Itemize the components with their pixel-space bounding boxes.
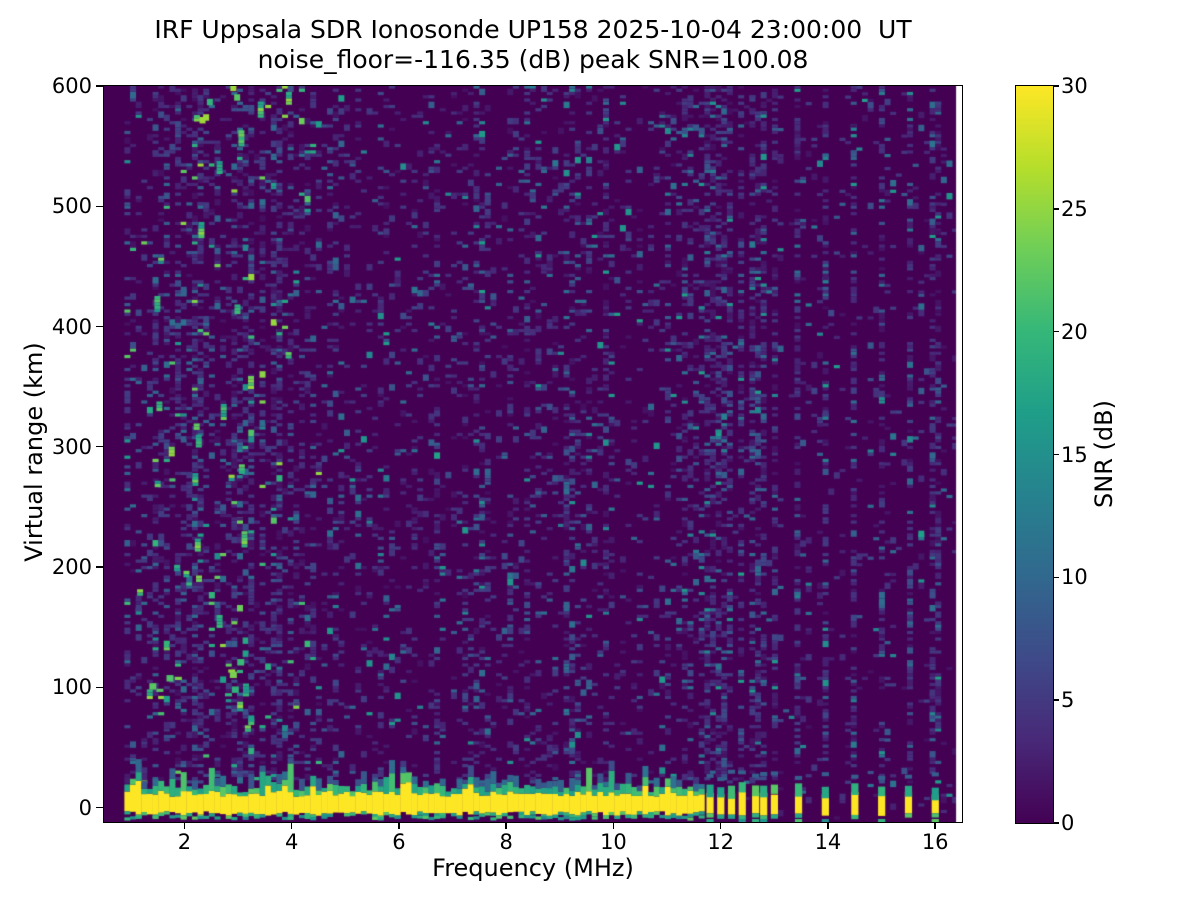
y-tick-label: 0 (78, 795, 92, 820)
y-tick-mark (96, 205, 103, 207)
x-tick-mark (505, 822, 507, 829)
colorbar-tick-label: 0 (1061, 811, 1075, 835)
chart-subtitle: noise_floor=-116.35 (dB) peak SNR=100.08 (257, 45, 809, 74)
y-tick-mark (96, 806, 103, 809)
colorbar-tick-mark (1053, 453, 1059, 456)
colorbar-tick-label: 20 (1061, 319, 1088, 344)
y-axis-label: Virtual range (km) (20, 342, 48, 562)
x-tick-label: 12 (707, 830, 735, 854)
ionogram-figure: IRF Uppsala SDR Ionosonde UP158 2025-10-… (0, 0, 1200, 900)
colorbar-tick-mark (1053, 85, 1059, 87)
y-tick-label: 500 (51, 194, 92, 219)
colorbar-tick-label: 25 (1061, 196, 1088, 221)
x-tick-label: 8 (499, 830, 513, 854)
colorbar-tick-mark (1053, 576, 1059, 579)
x-tick-mark (290, 822, 293, 829)
x-tick-mark (827, 822, 829, 829)
x-tick-label: 6 (392, 830, 406, 854)
colorbar-label: SNR (dB) (1090, 400, 1118, 508)
x-tick-label: 10 (600, 830, 627, 854)
x-tick-mark (934, 822, 936, 829)
colorbar-tick-label: 15 (1061, 442, 1088, 467)
colorbar-tick-mark (1053, 330, 1059, 333)
colorbar-gradient (1015, 85, 1053, 823)
colorbar-tick-label: 10 (1061, 565, 1088, 590)
y-tick-label: 100 (51, 675, 92, 700)
x-tick-mark (612, 822, 615, 829)
y-tick-mark (96, 325, 103, 328)
y-tick-mark (96, 566, 103, 568)
y-tick-label: 400 (51, 314, 92, 339)
heatmap-canvas (103, 85, 962, 822)
y-tick-mark (96, 686, 103, 688)
colorbar-tick-label: 30 (1061, 74, 1088, 98)
x-tick-label: 14 (814, 830, 842, 854)
colorbar-tick-mark (1053, 699, 1059, 701)
colorbar-tick-label: 5 (1061, 688, 1075, 713)
x-tick-label: 2 (177, 830, 192, 854)
chart-title: IRF Uppsala SDR Ionosonde UP158 2025-10-… (154, 15, 912, 44)
x-tick-label: 16 (921, 830, 949, 854)
x-axis-label: Frequency (MHz) (432, 854, 634, 882)
y-tick-label: 600 (51, 74, 92, 98)
x-tick-mark (183, 822, 186, 829)
x-tick-mark (719, 822, 722, 829)
x-tick-label: 4 (285, 830, 299, 854)
colorbar-tick-mark (1053, 822, 1059, 824)
colorbar (1014, 84, 1054, 824)
y-tick-mark (96, 85, 103, 87)
y-tick-mark (96, 446, 103, 448)
heatmap-plot-area (102, 84, 963, 823)
x-tick-mark (398, 822, 400, 829)
colorbar-tick-mark (1053, 208, 1059, 210)
